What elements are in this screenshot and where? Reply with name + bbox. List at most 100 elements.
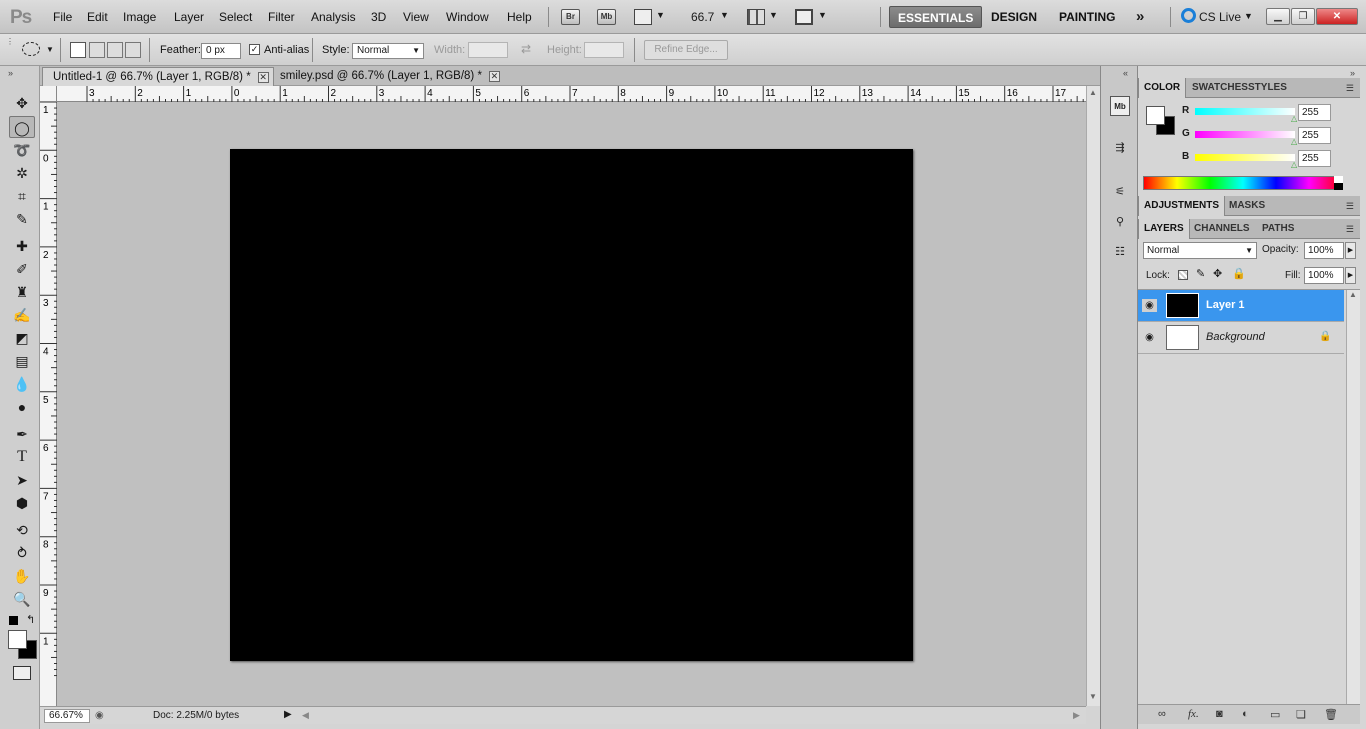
subtract-selection-icon[interactable]	[107, 42, 123, 58]
color-spectrum[interactable]	[1143, 176, 1343, 190]
lock-position-icon[interactable]: ✥	[1213, 267, 1222, 280]
elliptical-marquee-icon[interactable]	[22, 42, 40, 56]
scroll-left-icon[interactable]: ◀	[302, 710, 309, 721]
vertical-ruler[interactable]: 1 0 1 2 3 4 5 6 7 8 9 1	[40, 102, 57, 706]
history-brush-tool-icon[interactable]: ✍	[9, 304, 35, 326]
zoom-level[interactable]: 66.7	[691, 10, 714, 24]
add-mask-icon[interactable]: ◙	[1216, 708, 1223, 720]
add-to-selection-icon[interactable]	[89, 42, 105, 58]
panel-menu-icon[interactable]: ☰	[1346, 83, 1354, 94]
eraser-tool-icon[interactable]: ◩	[9, 327, 35, 349]
r-slider-thumb[interactable]: △	[1291, 114, 1297, 123]
lock-pixels-icon[interactable]: ✎	[1196, 267, 1205, 280]
antialias-checkbox[interactable]: ✓	[249, 44, 260, 55]
opacity-slider-button[interactable]: ▶	[1345, 242, 1356, 259]
hand-tool-icon[interactable]: ✋	[9, 565, 35, 587]
bridge-button[interactable]: Br	[561, 9, 580, 25]
pen-tool-icon[interactable]: ✒	[9, 423, 35, 445]
chevron-down-icon[interactable]: ▼	[818, 10, 827, 20]
collapse-icon[interactable]: »	[8, 68, 13, 78]
menu-help[interactable]: Help	[507, 10, 532, 24]
vertical-scrollbar[interactable]: ▲ ▼	[1086, 86, 1100, 706]
tool-presets-icon[interactable]: ☷	[1110, 242, 1130, 262]
panel-menu-icon[interactable]: ☰	[1346, 224, 1354, 235]
spectrum-black[interactable]	[1334, 183, 1343, 190]
tab-styles[interactable]: STYLES	[1243, 78, 1292, 98]
g-slider[interactable]	[1195, 131, 1295, 138]
chevron-down-icon[interactable]: ▼	[769, 10, 778, 20]
workspace-essentials[interactable]: ESSENTIALS	[889, 6, 983, 28]
new-selection-icon[interactable]	[70, 42, 86, 58]
tab-paths[interactable]: PATHS	[1257, 219, 1299, 239]
color-foreground-swatch[interactable]	[1146, 106, 1165, 125]
menu-3d[interactable]: 3D	[371, 10, 386, 24]
status-menu-icon[interactable]: ▶	[284, 709, 292, 720]
mini-bridge-button[interactable]: Mb	[597, 9, 616, 25]
tab-untitled-1[interactable]: Untitled-1 @ 66.7% (Layer 1, RGB/8) * ✕	[42, 67, 274, 86]
r-value[interactable]: 255	[1298, 104, 1331, 121]
scroll-down-icon[interactable]: ▼	[1089, 692, 1097, 701]
refine-edge-button[interactable]: Refine Edge...	[644, 40, 728, 60]
visibility-eye-icon[interactable]: ◉	[1142, 299, 1157, 312]
tab-channels[interactable]: CHANNELS	[1189, 219, 1255, 239]
crop-tool-icon[interactable]: ⌗	[9, 185, 35, 207]
healing-brush-tool-icon[interactable]: ✚	[9, 235, 35, 257]
menu-layer[interactable]: Layer	[174, 10, 204, 24]
scroll-up-icon[interactable]: ▲	[1349, 290, 1357, 299]
brush-tool-icon[interactable]: ✐	[9, 258, 35, 280]
collapse-icon[interactable]: »	[1350, 68, 1355, 78]
swap-colors-icon[interactable]: ↰	[26, 613, 35, 626]
menu-filter[interactable]: Filter	[268, 10, 295, 24]
layer-style-icon[interactable]: fx.	[1188, 708, 1199, 720]
foreground-color-swatch[interactable]	[8, 630, 27, 649]
tab-color[interactable]: COLOR	[1138, 78, 1187, 98]
menu-window[interactable]: Window	[446, 10, 489, 24]
layer-name[interactable]: Background	[1206, 331, 1265, 343]
3d-orbit-tool-icon[interactable]: ⥁	[9, 542, 35, 564]
r-slider[interactable]	[1195, 108, 1295, 115]
eyedropper-tool-icon[interactable]: ✎	[9, 208, 35, 230]
b-slider-thumb[interactable]: △	[1291, 160, 1297, 169]
menu-analysis[interactable]: Analysis	[311, 10, 356, 24]
shape-tool-icon[interactable]: ⬢	[9, 492, 35, 514]
minimize-button[interactable]: ▁	[1266, 8, 1290, 25]
ruler-origin[interactable]	[40, 86, 57, 102]
style-select[interactable]: Normal ▼	[352, 43, 424, 59]
workspace-painting[interactable]: PAINTING	[1051, 6, 1123, 28]
tab-smiley-psd[interactable]: smiley.psd @ 66.7% (Layer 1, RGB/8) * ✕	[270, 67, 504, 86]
history-panel-icon[interactable]: ⇶	[1110, 138, 1130, 158]
layer-row-background[interactable]: ◉ Background 🔒	[1138, 322, 1344, 354]
elliptical-marquee-tool-icon[interactable]: ◯	[9, 116, 35, 138]
lock-all-icon[interactable]: 🔒	[1232, 267, 1246, 280]
adjustment-layer-icon[interactable]: ◐	[1242, 708, 1249, 720]
collapse-icon[interactable]: «	[1123, 68, 1128, 78]
g-slider-thumb[interactable]: △	[1291, 137, 1297, 146]
quick-selection-tool-icon[interactable]: ✲	[9, 162, 35, 184]
close-icon[interactable]: ✕	[488, 71, 500, 82]
brush-presets-icon[interactable]: ⚟	[1110, 182, 1130, 202]
menu-image[interactable]: Image	[123, 10, 156, 24]
tab-masks[interactable]: MASKS	[1224, 196, 1270, 216]
new-group-icon[interactable]: ▭	[1270, 708, 1280, 721]
blend-mode-select[interactable]: Normal ▼	[1143, 242, 1257, 259]
opacity-input[interactable]: 100%	[1304, 242, 1344, 259]
type-tool-icon[interactable]: T	[9, 446, 35, 468]
fill-input[interactable]: 100%	[1304, 267, 1344, 284]
zoom-tool-icon[interactable]: 🔍	[9, 588, 35, 610]
menu-edit[interactable]: Edit	[87, 10, 108, 24]
spectrum-white[interactable]	[1334, 176, 1343, 183]
path-selection-tool-icon[interactable]: ➤	[9, 469, 35, 491]
menu-file[interactable]: File	[53, 10, 72, 24]
default-colors-icon[interactable]	[9, 616, 18, 625]
b-value[interactable]: 255	[1298, 150, 1331, 167]
status-info-icon[interactable]: ◉	[95, 710, 104, 721]
layer-name[interactable]: Layer 1	[1206, 299, 1245, 311]
g-value[interactable]: 255	[1298, 127, 1331, 144]
quick-mask-icon[interactable]	[13, 666, 31, 680]
dodge-tool-icon[interactable]: ●	[9, 396, 35, 418]
new-layer-icon[interactable]: ❏	[1296, 708, 1306, 721]
feather-input[interactable]: 0 px	[201, 43, 241, 59]
restore-button[interactable]: ❐	[1291, 8, 1315, 25]
move-tool-icon[interactable]: ✥	[9, 92, 35, 114]
chevron-down-icon[interactable]: ▼	[720, 10, 729, 20]
